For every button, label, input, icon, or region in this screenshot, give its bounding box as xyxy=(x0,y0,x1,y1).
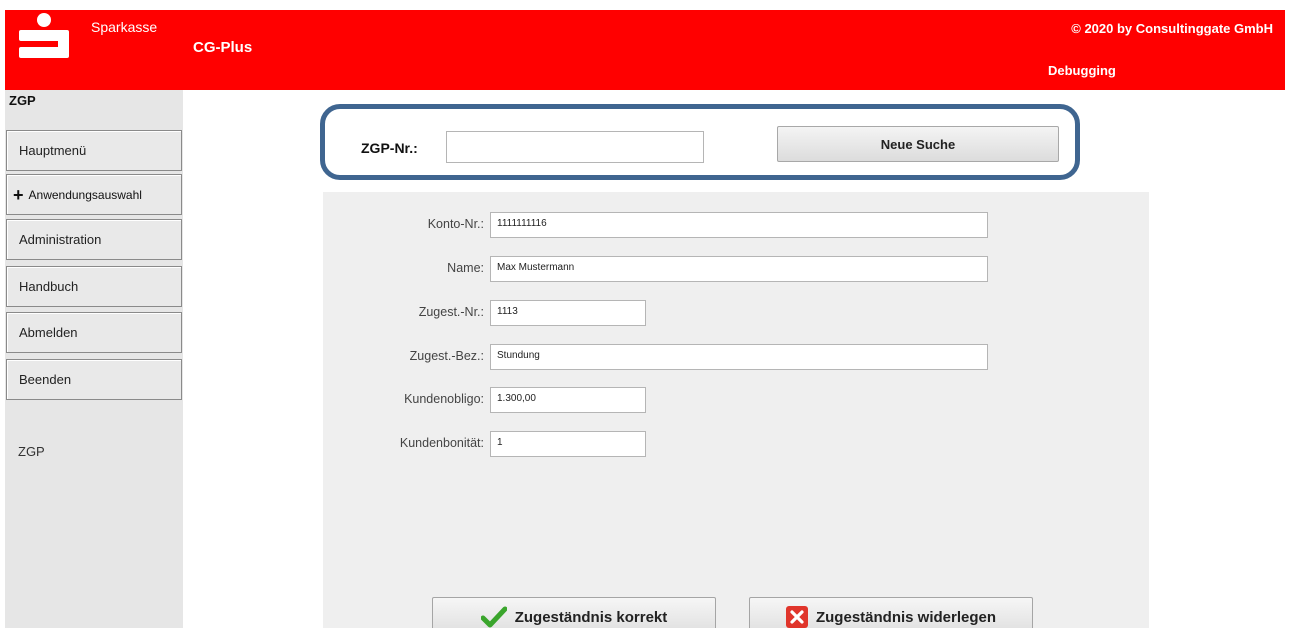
kundenbonitaet-field[interactable]: 1 xyxy=(490,431,646,457)
zgp-number-label: ZGP-Nr.: xyxy=(361,140,418,156)
kundenobligo-field[interactable]: 1.300,00 xyxy=(490,387,646,413)
sidebar-item-anwendungsauswahl[interactable]: + Anwendungsauswahl xyxy=(6,174,182,215)
sidebar-item-label: Abmelden xyxy=(19,325,78,340)
app-title: CG-Plus xyxy=(193,39,253,56)
zugest-nr-field[interactable]: 1113 xyxy=(490,300,646,326)
detail-form: Konto-Nr.: 1111111116 Name: Max Musterma… xyxy=(323,192,1149,628)
form-row-zugest-nr: Zugest.-Nr.: 1113 xyxy=(323,300,1149,326)
confirm-concession-label: Zugeständnis korrekt xyxy=(514,608,668,626)
sidebar-item-abmelden[interactable]: Abmelden xyxy=(6,312,182,353)
form-row-kundenbonitaet: Kundenbonität: 1 xyxy=(323,431,1149,457)
name-field[interactable]: Max Mustermann xyxy=(490,256,988,282)
brand-name: Sparkasse xyxy=(91,19,158,35)
zugest-bez-label: Zugest.-Bez.: xyxy=(409,349,484,363)
sidebar-item-beenden[interactable]: Beenden xyxy=(6,359,182,400)
app-header: Sparkasse CG-Plus © 2020 by Consultingga… xyxy=(5,10,1285,90)
zgp-number-input[interactable] xyxy=(446,131,704,163)
copyright-text: © 2020 by Consultinggate GmbH xyxy=(1071,21,1273,36)
zugest-bez-field[interactable]: Stundung xyxy=(490,344,988,370)
sidebar-item-label: Beenden xyxy=(19,372,72,387)
form-row-kundenobligo: Kundenobligo: 1.300,00 xyxy=(323,387,1149,413)
zugest-nr-label: Zugest.-Nr.: xyxy=(418,305,484,319)
debugging-link[interactable]: Debugging xyxy=(1048,63,1116,78)
kundenobligo-label: Kundenobligo: xyxy=(404,392,484,406)
red-x-icon xyxy=(785,606,808,628)
sidebar-item-label: Administration xyxy=(19,232,102,247)
confirm-concession-button[interactable]: Zugeständnis korrekt xyxy=(432,597,716,628)
sidebar-item-administration[interactable]: Administration xyxy=(6,219,182,260)
name-label: Name: xyxy=(447,261,484,275)
konto-nr-label: Konto-Nr.: xyxy=(427,217,484,231)
sparkasse-logo-icon xyxy=(19,13,69,58)
new-search-button[interactable]: Neue Suche xyxy=(777,126,1059,162)
reject-concession-label: Zugeständnis widerlegen xyxy=(815,608,997,626)
reject-concession-button[interactable]: Zugeständnis widerlegen xyxy=(749,597,1033,628)
sidebar-title: ZGP xyxy=(9,93,36,108)
form-row-name: Name: Max Mustermann xyxy=(323,256,1149,282)
sidebar-item-label: Anwendungsauswahl xyxy=(28,187,142,202)
sidebar-item-handbuch[interactable]: Handbuch xyxy=(6,266,182,307)
sidebar-item-label: Handbuch xyxy=(19,279,79,294)
sidebar-item-label: Hauptmenü xyxy=(19,143,87,158)
checkmark-icon xyxy=(480,606,507,628)
konto-nr-field[interactable]: 1111111116 xyxy=(490,212,988,238)
form-row-zugest-bez: Zugest.-Bez.: Stundung xyxy=(323,344,1149,370)
sidebar-item-hauptmenu[interactable]: Hauptmenü xyxy=(6,130,182,171)
sidebar-section-label: ZGP xyxy=(18,444,45,459)
sidebar: ZGP Hauptmenü + Anwendungsauswahl Admini… xyxy=(5,90,183,628)
search-panel: ZGP-Nr.: Neue Suche xyxy=(320,104,1080,180)
plus-icon: + xyxy=(13,184,24,205)
kundenbonitaet-label: Kundenbonität: xyxy=(399,436,484,450)
form-row-konto: Konto-Nr.: 1111111116 xyxy=(323,212,1149,238)
